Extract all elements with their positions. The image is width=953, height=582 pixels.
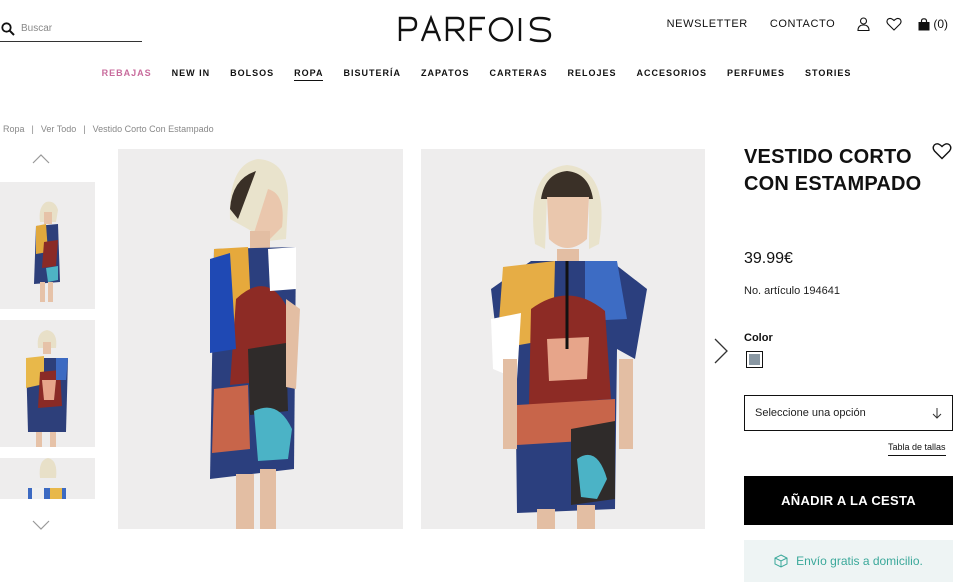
box-icon: [774, 554, 788, 568]
free-shipping-text: Envío gratis a domicilio.: [796, 554, 923, 568]
search-box[interactable]: [0, 16, 142, 42]
size-select-value: Seleccione una opción: [755, 407, 866, 419]
heart-icon[interactable]: [886, 17, 902, 31]
article-number: No. artículo 194641: [744, 285, 841, 297]
nav-item[interactable]: REBAJAS: [92, 66, 162, 80]
product-thumbnail[interactable]: [0, 320, 95, 447]
nav-item[interactable]: ROPA: [284, 66, 333, 81]
nav-item[interactable]: NEW IN: [162, 66, 221, 80]
nav-item[interactable]: CARTERAS: [479, 66, 557, 80]
breadcrumb-item[interactable]: Ver Todo: [41, 124, 76, 134]
product-price: 39.99€: [744, 250, 793, 267]
product-title: VESTIDO CORTO CON ESTAMPADO: [744, 146, 922, 195]
nav-item[interactable]: STORIES: [795, 66, 861, 80]
nav-item[interactable]: BOLSOS: [220, 66, 284, 80]
product-image-front[interactable]: [421, 149, 705, 529]
bag-icon: [918, 17, 930, 30]
color-swatch[interactable]: [746, 351, 763, 368]
chevron-right-icon[interactable]: [713, 338, 729, 364]
heart-icon[interactable]: [932, 142, 952, 160]
nav-item[interactable]: ACCESORIOS: [627, 66, 718, 80]
cart-count: (0): [933, 17, 948, 31]
breadcrumb-separator: |: [31, 124, 34, 134]
product-thumbnail[interactable]: [0, 182, 95, 309]
breadcrumb-item[interactable]: Vestido Corto Con Estampado: [93, 124, 214, 134]
size-guide-link[interactable]: Tabla de tallas: [888, 442, 946, 456]
color-label: Color: [744, 332, 773, 344]
breadcrumb-item[interactable]: Ropa: [3, 124, 25, 134]
nav-item[interactable]: BISUTERÍA: [333, 66, 411, 80]
arrow-down-icon: [932, 407, 942, 419]
main-navigation: REBAJAS NEW IN BOLSOS ROPA BISUTERÍA ZAP…: [0, 66, 953, 81]
newsletter-link[interactable]: NEWSLETTER: [667, 18, 748, 30]
product-thumbnail[interactable]: [0, 458, 95, 499]
nav-item[interactable]: PERFUMES: [717, 66, 795, 80]
breadcrumb-separator: |: [83, 124, 86, 134]
add-to-cart-button[interactable]: AÑADIR A LA CESTA: [744, 476, 953, 525]
cart-button[interactable]: (0): [918, 17, 948, 31]
breadcrumb: Ropa | Ver Todo | Vestido Corto Con Esta…: [3, 124, 214, 134]
chevron-down-icon[interactable]: [32, 519, 50, 531]
free-shipping-banner: Envío gratis a domicilio.: [744, 540, 953, 582]
product-image-side[interactable]: [118, 149, 403, 529]
parfois-logo[interactable]: [397, 14, 555, 44]
size-select[interactable]: Seleccione una opción: [744, 395, 953, 431]
nav-item[interactable]: RELOJES: [558, 66, 627, 80]
chevron-up-icon[interactable]: [32, 153, 50, 165]
search-icon: [1, 21, 15, 36]
search-input[interactable]: [21, 23, 131, 34]
contact-link[interactable]: CONTACTO: [770, 18, 836, 30]
user-icon[interactable]: [857, 17, 870, 31]
nav-item[interactable]: ZAPATOS: [411, 66, 480, 80]
